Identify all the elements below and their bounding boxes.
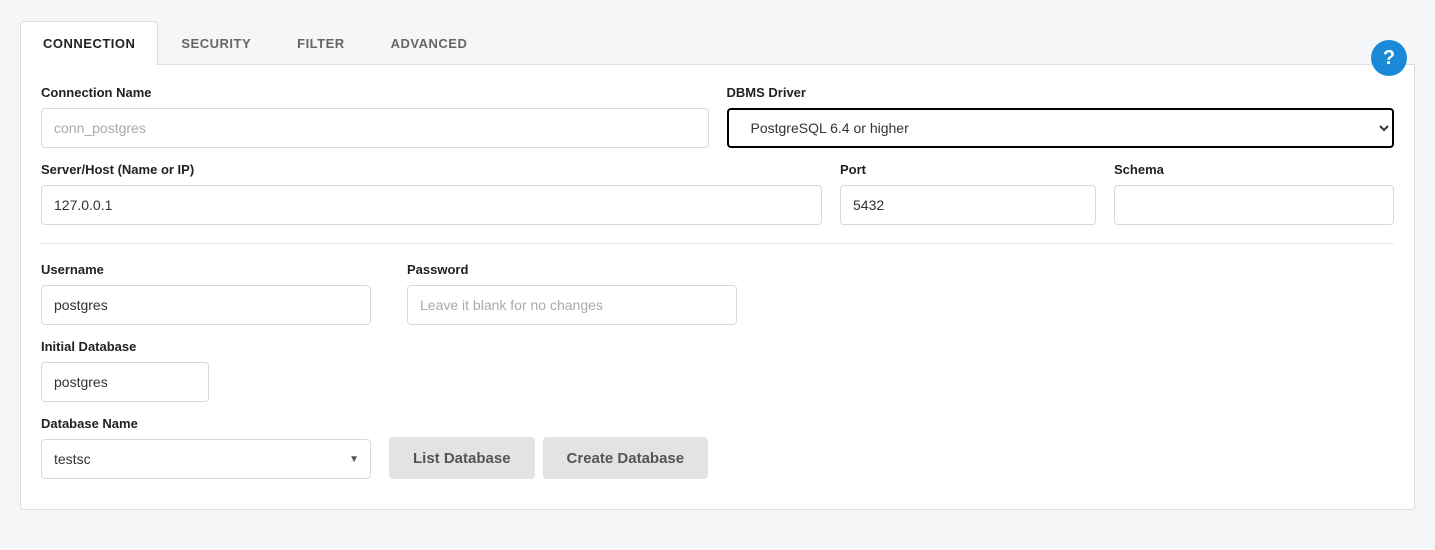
label-username: Username	[41, 262, 371, 277]
input-username[interactable]	[41, 285, 371, 325]
create-database-button[interactable]: Create Database	[543, 437, 709, 479]
help-button[interactable]: ?	[1371, 40, 1407, 76]
input-database-name[interactable]	[41, 439, 371, 479]
input-initial-database[interactable]	[41, 362, 209, 402]
tab-advanced[interactable]: ADVANCED	[368, 21, 491, 65]
field-database-name: Database Name ▼	[41, 416, 371, 479]
help-icon: ?	[1383, 47, 1395, 70]
tab-connection[interactable]: CONNECTION	[20, 21, 158, 65]
field-server-host: Server/Host (Name or IP)	[41, 162, 822, 225]
list-database-button[interactable]: List Database	[389, 437, 535, 479]
tab-security[interactable]: SECURITY	[158, 21, 274, 65]
label-dbms-driver: DBMS Driver	[727, 85, 1395, 100]
field-dbms-driver: DBMS Driver PostgreSQL 6.4 or higher	[727, 85, 1395, 148]
input-port[interactable]	[840, 185, 1096, 225]
field-connection-name: Connection Name	[41, 85, 709, 148]
select-dbms-driver[interactable]: PostgreSQL 6.4 or higher	[727, 108, 1395, 148]
field-password: Password	[407, 262, 737, 325]
field-schema: Schema	[1114, 162, 1394, 225]
input-password[interactable]	[407, 285, 737, 325]
label-database-name: Database Name	[41, 416, 371, 431]
field-username: Username	[41, 262, 371, 325]
field-port: Port	[840, 162, 1096, 225]
label-password: Password	[407, 262, 737, 277]
label-server-host: Server/Host (Name or IP)	[41, 162, 822, 177]
input-connection-name[interactable]	[41, 108, 709, 148]
input-schema[interactable]	[1114, 185, 1394, 225]
label-initial-database: Initial Database	[41, 339, 209, 354]
label-port: Port	[840, 162, 1096, 177]
input-server-host[interactable]	[41, 185, 822, 225]
label-schema: Schema	[1114, 162, 1394, 177]
tabs-bar: CONNECTION SECURITY FILTER ADVANCED	[20, 20, 1415, 65]
panel-body: Connection Name DBMS Driver PostgreSQL 6…	[20, 65, 1415, 510]
label-connection-name: Connection Name	[41, 85, 709, 100]
separator	[41, 243, 1394, 244]
field-initial-database: Initial Database	[41, 339, 209, 402]
connection-panel: CONNECTION SECURITY FILTER ADVANCED ? Co…	[20, 20, 1415, 510]
tab-filter[interactable]: FILTER	[274, 21, 368, 65]
